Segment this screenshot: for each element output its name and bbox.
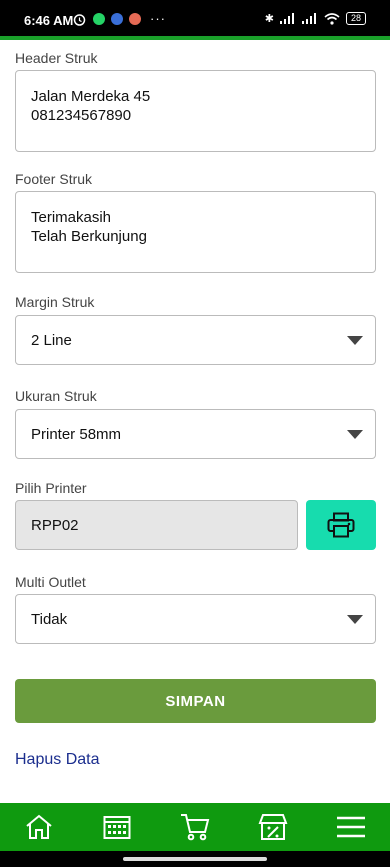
app-notification-icon xyxy=(111,13,123,25)
home-indicator[interactable] xyxy=(123,857,267,861)
home-icon xyxy=(26,814,52,839)
header-line-2: 081234567890 xyxy=(31,107,132,124)
footer-struk-textarea[interactable]: Terimakasih Telah Berkunjung xyxy=(15,191,376,273)
multi-outlet-select[interactable]: Tidak xyxy=(15,594,376,644)
gesture-bar xyxy=(0,851,390,867)
bluetooth-icon: ✱ xyxy=(264,13,274,25)
multi-outlet-label: Multi Outlet xyxy=(15,574,86,590)
nav-cart[interactable] xyxy=(171,803,219,851)
save-button[interactable]: SIMPAN xyxy=(15,679,376,723)
header-struk-label: Header Struk xyxy=(15,50,98,66)
margin-struk-value: 2 Line xyxy=(31,331,72,349)
footer-line-2: Telah Berkunjung xyxy=(31,228,147,245)
nav-store[interactable] xyxy=(249,803,297,851)
footer-line-1: Terimakasih xyxy=(31,209,112,226)
select-printer-button[interactable] xyxy=(306,500,376,550)
printer-name-value: RPP02 xyxy=(31,516,79,534)
whatsapp-icon xyxy=(93,13,105,25)
header-struk-textarea[interactable]: Jalan Merdeka 45 081234567890 xyxy=(15,70,376,152)
dropdown-arrow-icon xyxy=(347,336,363,345)
store-icon xyxy=(258,814,288,840)
dropdown-arrow-icon xyxy=(347,615,363,624)
nav-menu[interactable] xyxy=(327,803,375,851)
battery-icon: 28 xyxy=(345,12,366,25)
more-notifications-icon: ··· xyxy=(150,11,166,26)
ukuran-struk-select[interactable]: Printer 58mm xyxy=(15,409,376,459)
printer-icon xyxy=(327,512,355,538)
signal-4g-icon xyxy=(301,13,316,24)
ukuran-struk-value: Printer 58mm xyxy=(31,425,122,443)
bottom-navigation xyxy=(0,803,390,851)
alarm-icon xyxy=(73,14,86,26)
header-line-1: Jalan Merdeka 45 xyxy=(31,88,151,105)
pilih-printer-label: Pilih Printer xyxy=(15,480,87,496)
header-accent-line xyxy=(0,36,390,40)
app-notification-icon xyxy=(129,13,141,25)
nav-home[interactable] xyxy=(15,803,63,851)
delete-data-link[interactable]: Hapus Data xyxy=(15,751,100,769)
signal-icon xyxy=(279,13,294,24)
printer-name-field: RPP02 xyxy=(15,500,298,550)
wifi-icon xyxy=(324,12,340,25)
margin-struk-select[interactable]: 2 Line xyxy=(15,315,376,365)
nav-calendar[interactable] xyxy=(93,803,141,851)
margin-struk-label: Margin Struk xyxy=(15,294,95,310)
menu-icon xyxy=(337,816,365,838)
status-time: 6:46 AM xyxy=(24,13,74,28)
ukuran-struk-label: Ukuran Struk xyxy=(15,388,97,404)
footer-struk-label: Footer Struk xyxy=(15,171,93,187)
multi-outlet-value: Tidak xyxy=(31,610,68,628)
cart-icon xyxy=(181,814,210,841)
dropdown-arrow-icon xyxy=(347,430,363,439)
status-bar: 6:46 AM ··· ✱ 28 xyxy=(0,0,390,36)
calendar-icon xyxy=(103,816,131,839)
